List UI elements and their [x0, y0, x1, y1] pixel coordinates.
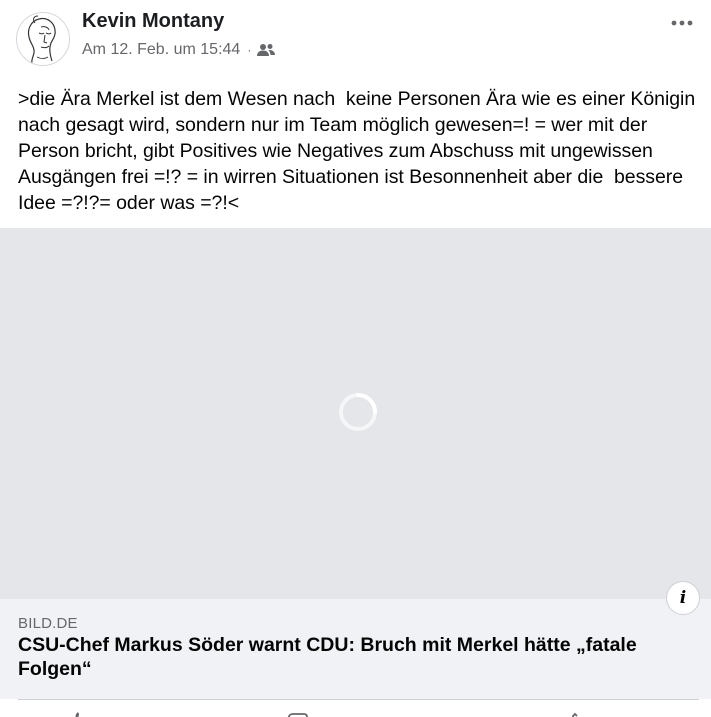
link-title[interactable]: CSU-Chef Markus Söder warnt CDU: Bruch m…	[18, 633, 678, 681]
post-card: Kevin Montany Am 12. Feb. um 15:44 · >di…	[0, 0, 711, 717]
link-domain: BILD.DE	[18, 615, 78, 632]
link-preview-card[interactable]: BILD.DE CSU-Chef Markus Söder warnt CDU:…	[0, 599, 711, 699]
avatar-sketch-icon	[27, 15, 56, 64]
post-meta: Am 12. Feb. um 15:44 ·	[82, 41, 276, 59]
action-bar	[0, 700, 711, 717]
info-button[interactable]: i	[666, 581, 700, 615]
like-icon[interactable]	[66, 712, 86, 717]
meta-separator: ·	[247, 43, 252, 57]
friends-icon[interactable]	[257, 43, 276, 57]
post-header: Kevin Montany Am 12. Feb. um 15:44 ·	[0, 0, 711, 80]
author-name[interactable]: Kevin Montany	[82, 10, 224, 33]
avatar[interactable]	[16, 12, 70, 66]
post-timestamp[interactable]: Am 12. Feb. um 15:44	[82, 41, 240, 59]
loading-spinner-icon	[339, 393, 377, 431]
post-text: >die Ära Merkel ist dem Wesen nach keine…	[18, 88, 701, 214]
comment-icon[interactable]	[288, 712, 308, 717]
more-dots-icon	[671, 20, 693, 26]
more-options-button[interactable]	[669, 10, 695, 36]
share-icon[interactable]	[562, 712, 582, 717]
